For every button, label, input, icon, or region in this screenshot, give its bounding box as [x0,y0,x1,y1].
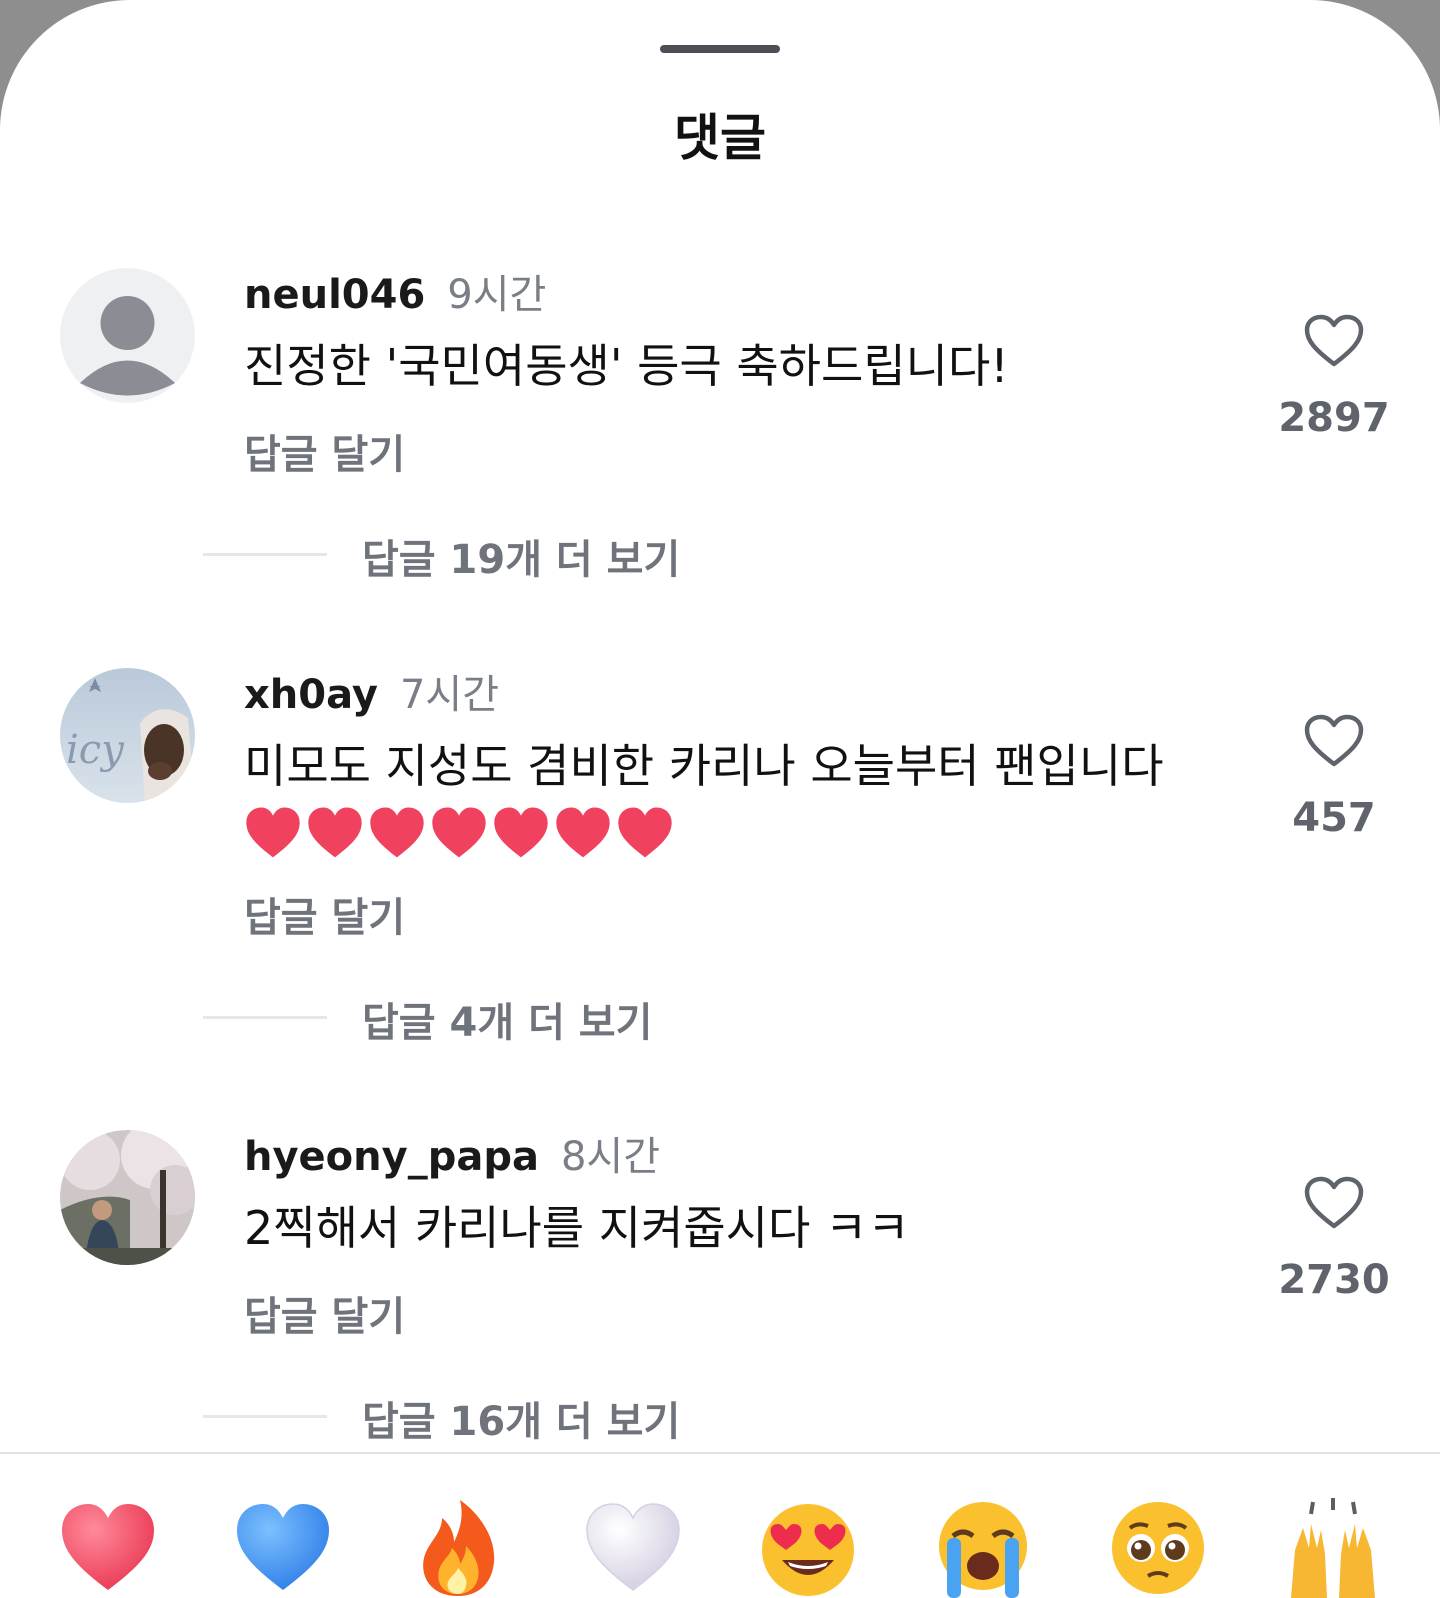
drag-handle[interactable] [660,45,780,53]
divider [203,1016,327,1019]
user-photo [60,1130,195,1265]
emoji-reaction-bar [0,1452,1440,1598]
comment-text: 진정한 '국민여동생' 등극 축하드립니다! [244,339,1009,393]
view-more-replies-button[interactable]: 답글 16개 더 보기 [362,1389,680,1447]
like-count: 2730 [1278,1257,1390,1303]
username[interactable]: xh0ay [244,672,378,718]
red-heart-emoji [494,807,548,858]
default-user-icon [60,268,195,403]
view-more-replies-button[interactable]: 답글 19개 더 보기 [362,527,680,585]
heart-eyes-emoji[interactable] [758,1498,858,1598]
reply-button[interactable]: 답글 달기 [244,1284,405,1342]
like-count: 457 [1292,795,1376,841]
avatar[interactable] [60,1130,195,1265]
red-heart-emoji [432,807,486,858]
divider [203,553,327,556]
red-heart-emoji[interactable] [58,1498,158,1598]
white-heart-emoji[interactable] [583,1498,683,1598]
pleading-face-emoji[interactable] [1108,1498,1208,1598]
comment-meta: xh0ay 7시간 [244,662,499,720]
divider [203,1415,327,1418]
heart-emoji-row [244,804,674,864]
red-heart-emoji [370,807,424,858]
raising-hands-emoji[interactable] [1283,1498,1383,1598]
comment-text: 미모도 지성도 겸비한 카리나 오늘부터 팬입니다 [244,739,1164,793]
svg-text:icy: icy [66,727,125,773]
user-photo: icy [60,668,195,803]
like-count: 2897 [1278,395,1390,441]
heart-outline-icon[interactable] [1304,714,1364,769]
avatar[interactable] [60,268,195,403]
comment-meta: hyeony_papa 8시간 [244,1124,660,1182]
comment-text: 2찍해서 카리나를 지켜줍시다 ㅋㅋ [244,1201,910,1255]
comment-meta: neul046 9시간 [244,262,546,320]
username[interactable]: neul046 [244,272,425,318]
fire-emoji[interactable] [408,1498,508,1598]
timestamp: 9시간 [447,272,547,318]
comments-sheet: 댓글 neul046 9시간 진정한 '국민여동생' 등극 축하드립니다! 답글 … [0,0,1440,1598]
red-heart-emoji [618,807,672,858]
reply-button[interactable]: 답글 달기 [244,422,405,480]
username[interactable]: hyeony_papa [244,1134,539,1180]
heart-outline-icon[interactable] [1304,314,1364,369]
reply-button[interactable]: 답글 달기 [244,885,405,943]
timestamp: 8시간 [560,1134,661,1180]
blue-heart-emoji[interactable] [233,1498,333,1598]
avatar[interactable]: icy [60,668,195,803]
view-more-replies-button[interactable]: 답글 4개 더 보기 [362,990,652,1048]
loudly-crying-emoji[interactable] [933,1498,1033,1598]
red-heart-emoji [556,807,610,858]
heart-outline-icon[interactable] [1304,1176,1364,1231]
sheet-title: 댓글 [674,109,766,167]
timestamp: 7시간 [399,672,500,718]
red-heart-emoji [246,807,300,858]
red-heart-emoji [308,807,362,858]
